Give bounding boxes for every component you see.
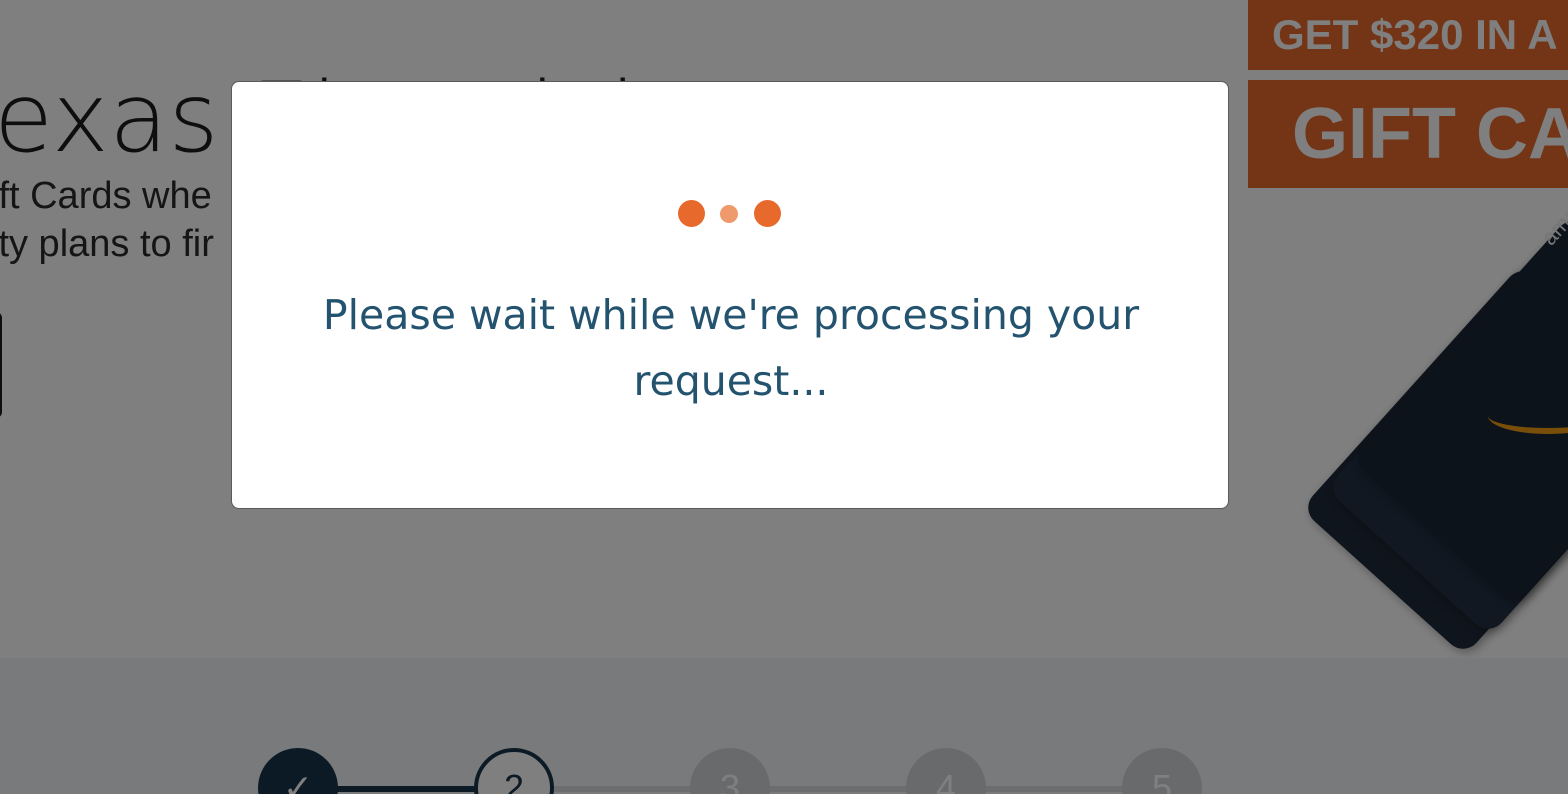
loading-dots-icon	[232, 200, 1230, 230]
processing-message-line-2: request...	[633, 357, 829, 405]
loading-dot	[754, 200, 781, 227]
loading-dot	[720, 205, 738, 223]
processing-modal: Please wait while we're processing your …	[231, 81, 1229, 509]
processing-message-line-1: Please wait while we're processing your	[322, 291, 1140, 339]
loading-dot	[678, 200, 705, 227]
processing-message: Please wait while we're processing your …	[232, 282, 1230, 414]
